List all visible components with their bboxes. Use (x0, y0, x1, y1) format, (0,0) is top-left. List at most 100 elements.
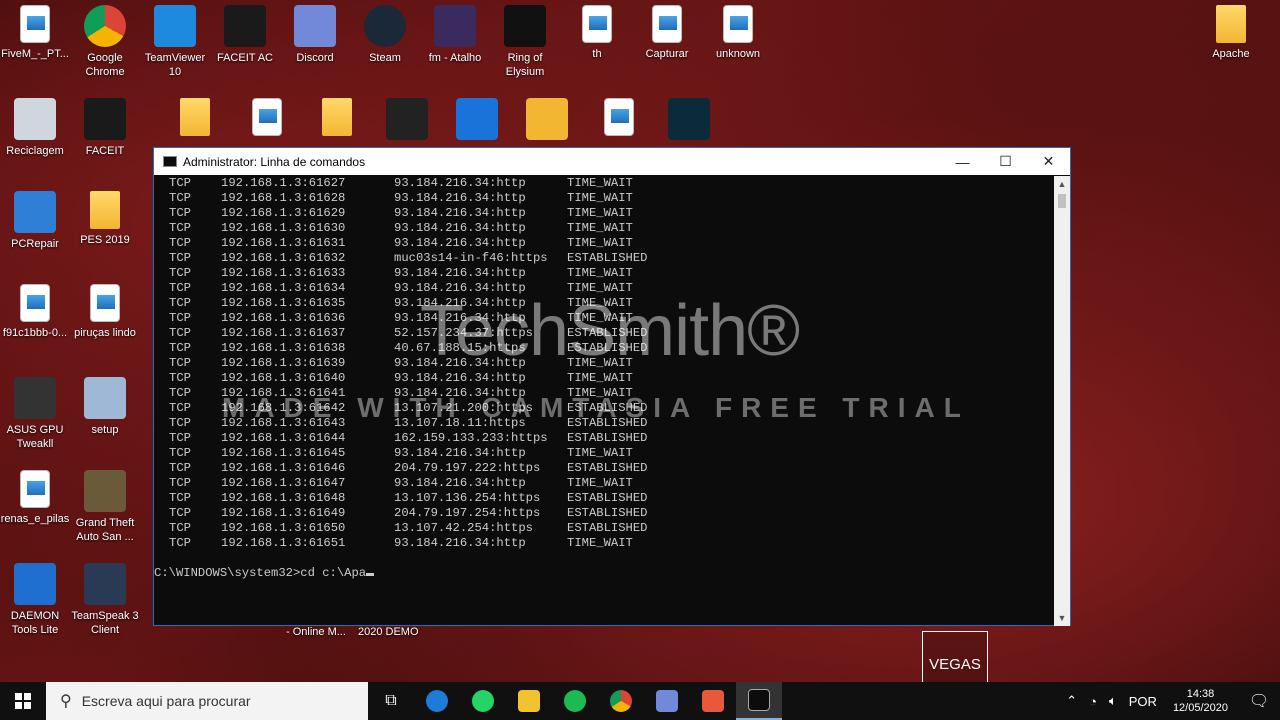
app-icon (386, 98, 428, 140)
state-cell: TIME_WAIT (567, 176, 633, 190)
desktop-icon-google-chrome[interactable]: Google Chrome (70, 5, 140, 79)
desktop-icon-label: FACEIT (85, 145, 125, 157)
protocol-cell: TCP (169, 431, 191, 445)
start-button[interactable] (0, 682, 46, 720)
whatsapp-taskbar-button[interactable] (460, 682, 506, 720)
spotify-taskbar-button[interactable] (552, 682, 598, 720)
protocol-cell: TCP (169, 296, 191, 310)
console-scrollbar[interactable]: ▲ ▼ (1054, 176, 1070, 626)
desktop-icon-setup[interactable]: setup (70, 377, 140, 437)
pcrepair-icon (14, 191, 56, 233)
protocol-cell: TCP (169, 221, 191, 235)
desktop-icon-label: Discord (296, 52, 334, 64)
file-explorer-taskbar-button[interactable] (506, 682, 552, 720)
desktop-icon-teamspeak[interactable]: TeamSpeak 3 Client (70, 563, 140, 637)
minimize-button[interactable]: — (941, 148, 984, 175)
desktop-icon-unlabeled[interactable] (302, 98, 372, 140)
desktop-icon-label: Grand Theft Auto San ... (75, 517, 135, 543)
taskbar: ⚲ Escreva aqui para procurar ⧉ ⌃ ◔ 🔈︎ PO… (0, 682, 1280, 720)
cmd-taskbar-button[interactable] (736, 682, 782, 720)
desktop-icon-th[interactable]: th (562, 5, 632, 61)
scroll-down-icon[interactable]: ▼ (1054, 610, 1070, 626)
local-address-cell: 192.168.1.3:61631 (221, 236, 346, 250)
desktop-icon-unlabeled[interactable] (654, 98, 724, 144)
desktop-icon-label: Capturar (645, 48, 689, 60)
desktop-icon-renas-e-pilas[interactable]: renas_e_pilas (0, 470, 70, 526)
foreign-address-cell: 93.184.216.34:http (394, 446, 526, 460)
foreign-address-cell: 204.79.197.222:https (394, 461, 541, 475)
app-icon (526, 98, 568, 140)
teamviewer-icon (154, 5, 196, 47)
desktop-icon-unknown[interactable]: unknown (703, 5, 773, 61)
maximize-button[interactable]: ☐ (984, 148, 1027, 175)
edge-taskbar-button[interactable] (414, 682, 460, 720)
desktop-icon-steam[interactable]: Steam (350, 5, 420, 65)
clock-time: 14:38 (1186, 688, 1215, 700)
volume-icon[interactable]: 🔈︎ (1109, 693, 1117, 709)
command-prompt-line[interactable]: C:\WINDOWS\system32>cd c:\Apa (154, 566, 1054, 581)
desktop-icon-pirucas-lindo[interactable]: piruças lindo (70, 284, 140, 340)
state-cell: ESTABLISHED (567, 521, 648, 535)
netstat-row: TCP 192.168.1.3:61645 93.184.216.34:http TI… (154, 446, 1054, 461)
scroll-up-icon[interactable]: ▲ (1054, 176, 1070, 192)
clock[interactable]: 14:38 12/05/2020 (1173, 687, 1228, 715)
desktop-icon-unlabeled[interactable] (232, 98, 302, 140)
desktop-icon-asus-gpu-tweak[interactable]: ASUS GPU Tweakll (0, 377, 70, 451)
network-icon[interactable]: ◔ (1089, 694, 1097, 709)
desktop-icon-faceit[interactable]: FACEIT (70, 98, 140, 158)
desktop-icon-unlabeled[interactable] (512, 98, 582, 144)
desktop-icon-fm-atalho[interactable]: fm - Atalho (420, 5, 490, 65)
pes-2019-icon (90, 191, 120, 229)
whatsapp-icon (472, 690, 494, 712)
taskbar-search[interactable]: ⚲ Escreva aqui para procurar (46, 682, 368, 720)
desktop-icon-unlabeled[interactable] (584, 98, 654, 140)
discord-icon (294, 5, 336, 47)
spotify-icon (564, 690, 586, 712)
desktop-icon-teamviewer[interactable]: TeamViewer 10 (140, 5, 210, 79)
app-icon (668, 98, 710, 140)
camtasia-taskbar-button[interactable] (690, 682, 736, 720)
local-address-cell: 192.168.1.3:61634 (221, 281, 346, 295)
desktop-icon-f91c1bbb[interactable]: f91c1bbb-0... (0, 284, 70, 340)
window-titlebar[interactable]: Administrator: Linha de comandos — ☐ ✕ (154, 148, 1070, 175)
desktop-icon-ring-of-elysium[interactable]: Ring of Elysium (490, 5, 560, 79)
chevron-up-icon[interactable]: ⌃ (1066, 693, 1077, 709)
desktop-icon-label: Ring of Elysium (505, 52, 545, 78)
discord-icon (656, 690, 678, 712)
task-view-button[interactable]: ⧉ (368, 682, 414, 720)
desktop-icon-pes-2019[interactable]: PES 2019 (70, 191, 140, 247)
netstat-row: TCP 192.168.1.3:61647 93.184.216.34:http TI… (154, 476, 1054, 491)
desktop-icon-pcrepair[interactable]: PCRepair (0, 191, 70, 251)
language-indicator[interactable]: POR (1129, 694, 1157, 709)
local-address-cell: 192.168.1.3:61637 (221, 326, 346, 340)
chrome-taskbar-button[interactable] (598, 682, 644, 720)
desktop-icon-fivem-shortcut[interactable]: FiveM_-_PT... (0, 5, 70, 61)
state-cell: TIME_WAIT (567, 206, 633, 220)
cmd-icon (163, 156, 177, 167)
desktop-icon-apache[interactable]: Apache (1196, 5, 1266, 61)
desktop-icon-gta-san-andreas[interactable]: Grand Theft Auto San ... (70, 470, 140, 544)
local-address-cell: 192.168.1.3:61646 (221, 461, 346, 475)
notification-icon[interactable]: 🗨︎ (1238, 691, 1280, 711)
desktop-icon-label: TeamViewer 10 (144, 52, 206, 78)
foreign-address-cell: 204.79.197.254:https (394, 506, 541, 520)
close-button[interactable]: ✕ (1027, 148, 1070, 175)
desktop-icon-daemon-tools[interactable]: DAEMON Tools Lite (0, 563, 70, 637)
discord-taskbar-button[interactable] (644, 682, 690, 720)
desktop-icon-unlabeled[interactable] (442, 98, 512, 144)
camtasia-icon (702, 690, 724, 712)
desktop-icon-capturar[interactable]: Capturar (632, 5, 702, 61)
command-input[interactable]: C:\WINDOWS\system32>cd c:\Apa (154, 566, 366, 580)
desktop-icon-label-demo: 2020 DEMO (358, 626, 419, 638)
desktop-icon-unlabeled[interactable] (160, 98, 230, 140)
windows-logo-icon (15, 693, 31, 709)
desktop-icon-faceit-ac[interactable]: FACEIT AC (210, 5, 280, 65)
protocol-cell: TCP (169, 476, 191, 490)
netstat-row: TCP 192.168.1.3:61633 93.184.216.34:http TI… (154, 266, 1054, 281)
desktop-icon-discord[interactable]: Discord (280, 5, 350, 65)
desktop-icon-unlabeled[interactable] (372, 98, 442, 144)
scroll-thumb[interactable] (1058, 194, 1066, 208)
cmd-window[interactable]: Administrator: Linha de comandos — ☐ ✕ T… (153, 147, 1071, 626)
pirucas-lindo-icon (90, 284, 120, 322)
desktop-icon-recycle-bin[interactable]: Reciclagem (0, 98, 70, 158)
